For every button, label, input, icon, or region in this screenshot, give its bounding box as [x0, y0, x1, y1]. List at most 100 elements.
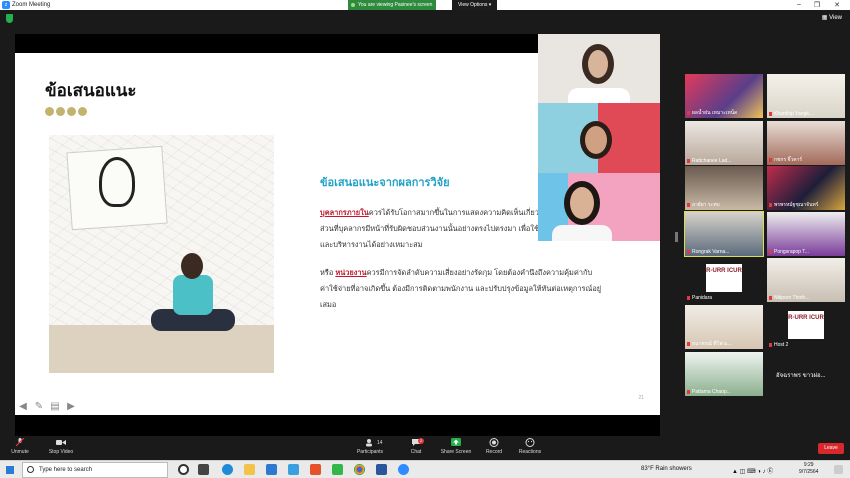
participant-name: Pongsrapop T...: [774, 249, 809, 255]
participant-tile-11[interactable]: ธนาทรณ์ ทีไฟ ม...: [685, 305, 763, 349]
muted-mic-icon: [687, 202, 690, 207]
participant-tile-12[interactable]: R-URR ICUR Host 2: [767, 305, 845, 349]
reactions-label: Reactions: [518, 449, 542, 455]
task-view-icon[interactable]: [198, 464, 209, 475]
unmute-button[interactable]: Unmute: [6, 438, 34, 455]
floor: [49, 325, 274, 373]
view-options-button[interactable]: View Options ▾: [452, 0, 498, 10]
participant-tile-4[interactable]: กชกร จิ๊วคาร์: [767, 121, 845, 165]
windows-taskbar: Type here to search 83°F Rain showers ▲ …: [0, 460, 850, 478]
brand-logo: R-URR ICUR: [706, 264, 742, 292]
participant-name: กชกร จิ๊วคาร์: [774, 157, 803, 163]
edge-browser-icon[interactable]: [222, 464, 233, 475]
participant-tile-9[interactable]: R-URR ICUR Panidara: [685, 258, 763, 302]
muted-mic-icon: [769, 295, 772, 300]
participant-name: Rongrak Varna...: [692, 249, 730, 255]
search-placeholder: Type here to search: [39, 467, 93, 473]
speaker-video-1[interactable]: [538, 34, 660, 103]
record-label: Record: [485, 449, 503, 455]
participant-tile-10[interactable]: Nitiporn Thoth...: [767, 258, 845, 302]
slide-photo: [49, 135, 274, 373]
participant-name-no-video[interactable]: อัจฉราพร ขาวผ่อ...: [776, 370, 826, 380]
weather-widget[interactable]: 83°F Rain showers: [641, 466, 692, 472]
participant-tile-13[interactable]: Pattama Chaop...: [685, 352, 763, 396]
panel-resize-handle[interactable]: [675, 232, 678, 242]
muted-mic-icon: [687, 341, 690, 346]
muted-mic-icon: [687, 389, 690, 394]
mail-icon[interactable]: [266, 464, 277, 475]
participant-tile-1[interactable]: ผลน้ำฝน เหมาะเหน็ด: [685, 74, 763, 118]
previous-slide-icon[interactable]: ◀: [17, 402, 29, 412]
participant-count: 14: [377, 440, 383, 446]
participant-tile-2[interactable]: Khanthip Yangk...: [767, 74, 845, 118]
paragraph-2-line-3: เสมอ: [320, 300, 337, 309]
lightbulb-icon: [99, 157, 135, 207]
stop-video-button[interactable]: Stop Video: [44, 438, 78, 455]
office-icon[interactable]: [310, 464, 321, 475]
participant-tile-6[interactable]: พรพรหม์ฐชุณาจันทร์: [767, 166, 845, 210]
meeting-top-bar: ▦ View: [0, 10, 850, 28]
zoom-taskbar-icon[interactable]: [398, 464, 409, 475]
paragraph-1-line-2: ส่วนที่บุคลากรมีหน้าที่รับผิดชอบส่วนงานน…: [320, 224, 539, 233]
participant-tile-7-active-speaker[interactable]: Rongrak Varna...: [684, 211, 764, 257]
paragraph-2-line-1: หรือ หน่วยงานควรมีการจัดลำดับความเสี่ยงอ…: [320, 265, 625, 281]
notifications-icon[interactable]: [834, 465, 843, 474]
system-tray-icons[interactable]: ▲ ◫ ⌨ ◑ ♪ Ⓔ: [732, 466, 773, 475]
muted-mic-icon: [769, 202, 772, 207]
file-explorer-icon[interactable]: [244, 464, 255, 475]
speaker-video-2[interactable]: [538, 103, 660, 173]
participant-name: Khanthip Yangk...: [774, 111, 814, 117]
slide-page-number: 21: [638, 395, 644, 401]
taskbar-search-box[interactable]: Type here to search: [22, 462, 168, 478]
participant-name: พรพรหม์ฐชุณาจันทร์: [774, 202, 819, 208]
title-decoration-dots: [45, 103, 89, 121]
share-banner: You are viewing Pasinee's screen: [348, 0, 437, 10]
chrome-icon[interactable]: [354, 464, 365, 475]
word-icon[interactable]: [376, 464, 387, 475]
muted-mic-icon: [769, 342, 772, 347]
unmute-label: Unmute: [11, 449, 29, 455]
leave-button[interactable]: Leave: [818, 443, 844, 454]
windows-start-icon[interactable]: [6, 466, 14, 474]
maximize-button[interactable]: ❐: [810, 1, 824, 9]
line-app-icon[interactable]: [332, 464, 343, 475]
view-button[interactable]: ▦ View: [822, 14, 842, 21]
participant-name: Rattchanee Lad...: [692, 158, 732, 164]
chat-button[interactable]: Chat: [404, 438, 428, 455]
muted-mic-icon: [687, 249, 690, 254]
speaker-video-3[interactable]: [538, 173, 660, 241]
pen-tool-icon[interactable]: ✎: [33, 402, 45, 412]
clock-time: 9:29: [803, 462, 814, 468]
participant-tile-5[interactable]: อาย์ยา ระทบ: [685, 166, 763, 210]
slides-overview-icon[interactable]: ▤: [49, 402, 61, 412]
share-screen-icon: [451, 438, 461, 446]
participant-name: อาย์ยา ระทบ: [692, 202, 720, 208]
participant-name: Host 2: [774, 342, 789, 348]
participant-tile-8[interactable]: Pongsrapop T...: [767, 212, 845, 256]
record-button[interactable]: Record: [482, 438, 506, 455]
participant-name: Pattama Chaop...: [692, 389, 731, 395]
taskbar-clock[interactable]: 9:29 9/7/2564: [799, 462, 818, 476]
participant-name: ธนาทรณ์ ทีไฟ ม...: [692, 341, 732, 347]
participant-name: Panidara: [692, 295, 713, 301]
minimize-button[interactable]: –: [792, 1, 806, 8]
brand-logo: R-URR ICUR: [788, 311, 824, 339]
muted-mic-icon: [769, 111, 772, 116]
participants-icon: [366, 439, 372, 447]
participant-name: ผลน้ำฝน เหมาะเหน็ด: [692, 110, 738, 116]
app-l-icon[interactable]: [288, 464, 299, 475]
chat-label: Chat: [410, 449, 422, 455]
participant-tile-3[interactable]: Rattchanee Lad...: [685, 121, 763, 165]
share-screen-button[interactable]: Share Screen: [440, 438, 472, 455]
record-icon: [489, 438, 499, 447]
security-shield-icon[interactable]: [6, 14, 13, 23]
paragraph-1-text: ควรได้รับโอกาสมากขึ้นในการแสดงความคิดเห็…: [368, 208, 544, 217]
paragraph-2-line-2: ค่าใช้จ่ายที่อาจเกิดขึ้น ต้องมีการติดตาม…: [320, 284, 602, 293]
next-slide-icon[interactable]: ▶: [65, 402, 77, 412]
participants-label: Participants: [356, 449, 384, 455]
internal-staff-highlight: บุคลากรภายใน: [320, 208, 369, 217]
reactions-button[interactable]: Reactions: [516, 438, 544, 455]
close-button[interactable]: ✕: [830, 1, 844, 9]
search-icon: [27, 466, 34, 473]
cortana-icon[interactable]: [178, 464, 189, 475]
